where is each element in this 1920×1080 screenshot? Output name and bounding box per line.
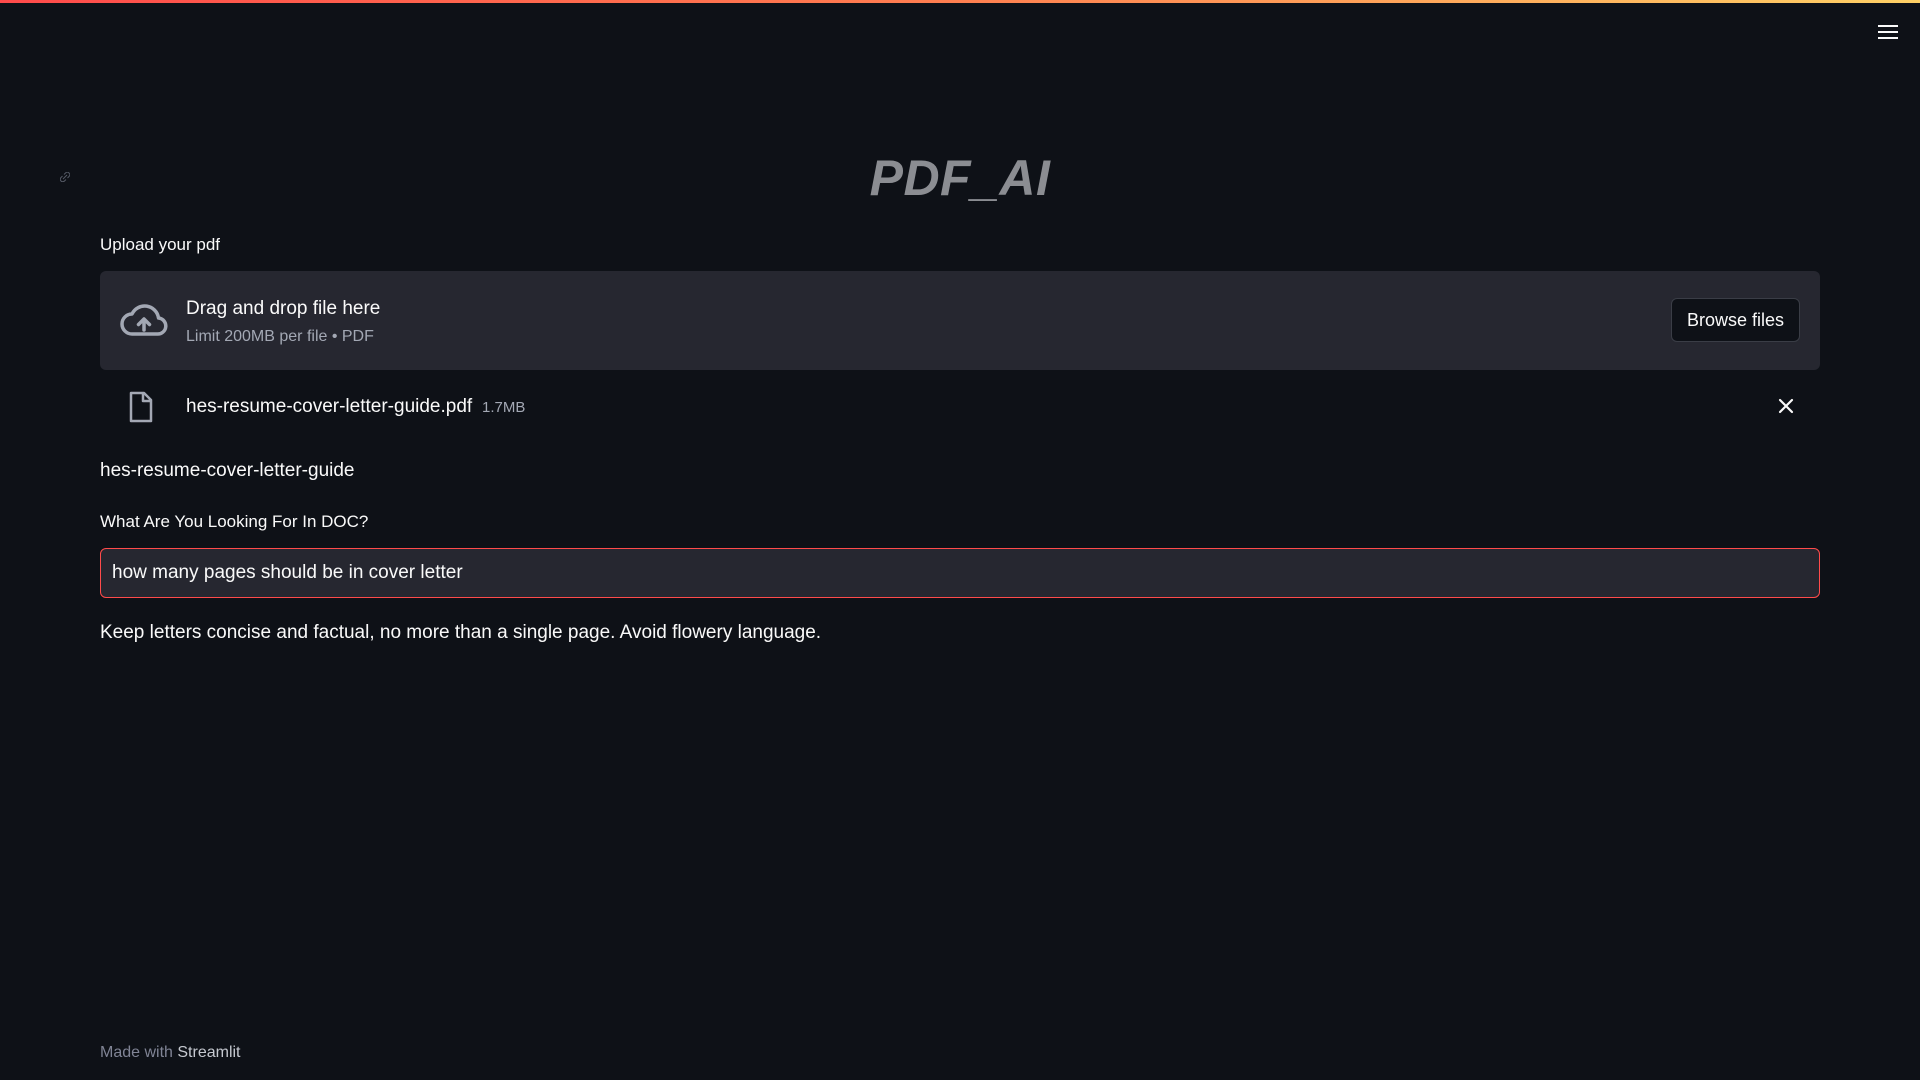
footer-brand-link[interactable]: Streamlit bbox=[177, 1044, 240, 1061]
main-menu-button[interactable] bbox=[1874, 20, 1902, 44]
answer-text: Keep letters concise and factual, no mor… bbox=[100, 622, 822, 643]
query-input[interactable] bbox=[100, 548, 1820, 598]
query-label: What Are You Looking For In DOC? bbox=[100, 512, 369, 531]
footer: Made with Streamlit bbox=[100, 1044, 241, 1062]
close-icon bbox=[1778, 398, 1794, 414]
cloud-upload-icon bbox=[120, 304, 168, 336]
page-title: PDF_AI bbox=[869, 150, 1051, 206]
uploaded-file-size: 1.7MB bbox=[482, 399, 526, 416]
dropzone-title: Drag and drop file here bbox=[186, 298, 381, 319]
top-decoration-bar bbox=[0, 0, 1920, 3]
hamburger-menu-icon bbox=[1878, 25, 1898, 39]
dropzone-subtitle: Limit 200MB per file • PDF bbox=[186, 328, 374, 345]
app-page: PDF_AI Upload your pdf Drag and drop fil… bbox=[0, 0, 1920, 1080]
browse-files-button[interactable]: Browse files bbox=[1670, 298, 1800, 342]
upload-label: Upload your pdf bbox=[100, 235, 221, 254]
file-icon bbox=[129, 391, 153, 423]
uploaded-file-name: hes-resume-cover-letter-guide.pdf bbox=[186, 396, 473, 417]
document-name: hes-resume-cover-letter-guide bbox=[100, 460, 355, 481]
footer-prefix: Made with bbox=[100, 1044, 173, 1061]
file-dropzone[interactable]: Drag and drop file here Limit 200MB per … bbox=[100, 271, 1820, 370]
remove-file-button[interactable] bbox=[1774, 394, 1798, 418]
uploaded-file-row: hes-resume-cover-letter-guide.pdf 1.7MB bbox=[100, 382, 1820, 432]
